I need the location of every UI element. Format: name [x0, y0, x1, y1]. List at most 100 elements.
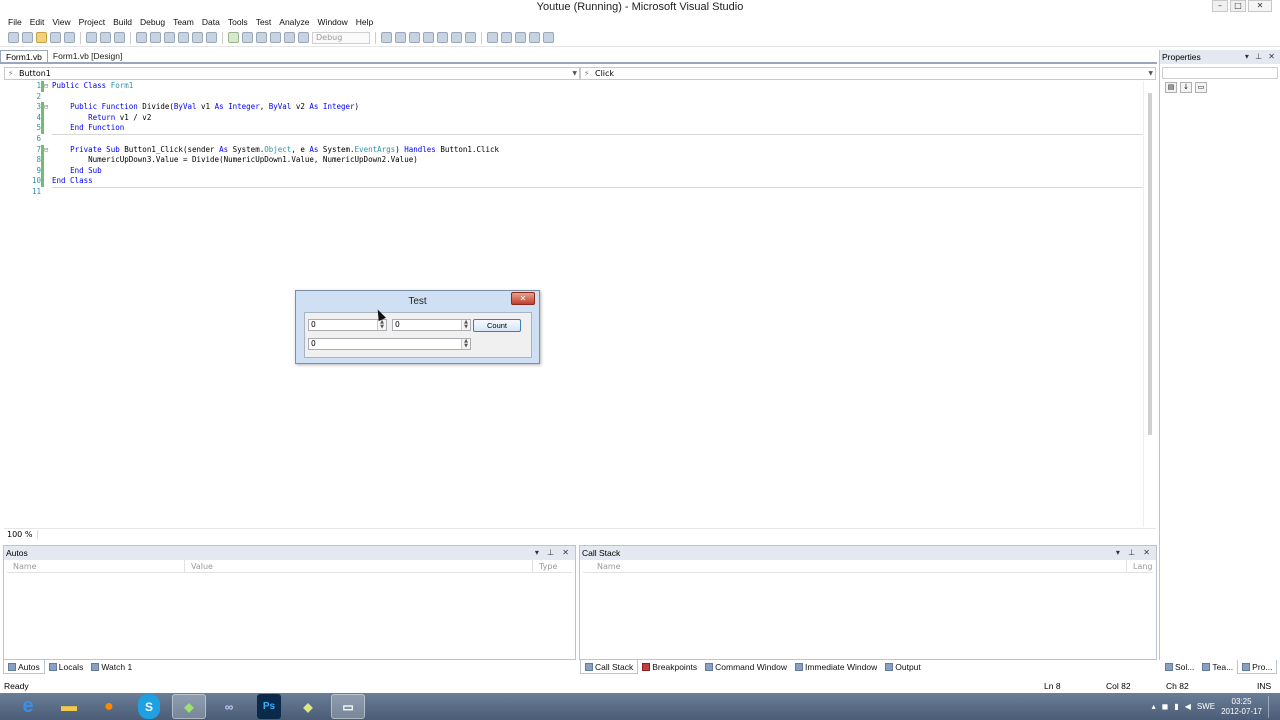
tab-command-window[interactable]: Command Window — [701, 662, 791, 672]
tab-output[interactable]: Output — [881, 662, 925, 672]
tray-arrow-icon[interactable]: ▴ — [1152, 702, 1156, 711]
column-header-value[interactable]: Value — [185, 560, 533, 572]
menu-build[interactable]: Build — [109, 17, 136, 27]
panel-controls[interactable]: ▾ ⊥ ✕ — [1245, 50, 1277, 64]
file-explorer-icon[interactable]: ▬ — [52, 694, 86, 719]
comment-icon[interactable] — [136, 32, 147, 43]
navigate-back-icon[interactable] — [192, 32, 203, 43]
break-all-icon[interactable] — [242, 32, 253, 43]
form-close-icon[interactable]: ✕ — [511, 292, 535, 305]
tab-locals[interactable]: Locals — [45, 662, 88, 672]
tab-team-explorer[interactable]: Tea... — [1198, 662, 1237, 672]
spin-arrows-icon[interactable]: ▲ ▼ — [377, 320, 386, 330]
open-file-icon[interactable] — [36, 32, 47, 43]
code-editor[interactable]: 1 2 3 4 5 6 7 8 9 10 11 ⊟ ⊟ ⊟ Public Cla… — [4, 81, 1157, 527]
menu-test[interactable]: Test — [252, 17, 276, 27]
menu-team[interactable]: Team — [169, 17, 198, 27]
find-in-files-icon[interactable] — [381, 32, 392, 43]
tray-app-icon[interactable]: ◼ — [1162, 702, 1169, 711]
numeric-up-down-3[interactable]: 0 ▲ ▼ — [308, 338, 471, 350]
panel-controls[interactable]: ▾ ⊥ ✕ — [535, 546, 572, 560]
event-dropdown[interactable]: ⚡ Click ▼ — [580, 67, 1156, 80]
maximize-icon[interactable]: □ — [1230, 0, 1246, 12]
property-pages-icon[interactable]: ▭ — [1195, 82, 1207, 93]
object-browser-icon[interactable] — [423, 32, 434, 43]
tab-autos[interactable]: Autos — [3, 660, 45, 674]
stop-debugging-icon[interactable] — [256, 32, 267, 43]
show-desktop-button[interactable] — [1268, 695, 1276, 718]
properties-window-icon[interactable] — [409, 32, 420, 43]
navigate-forward-icon[interactable] — [206, 32, 217, 43]
properties-object-dropdown[interactable] — [1162, 67, 1278, 79]
tab-breakpoints[interactable]: Breakpoints — [638, 662, 701, 672]
collapse-icon[interactable]: ⊟ — [44, 103, 48, 111]
visual-studio-icon[interactable]: ∞ — [212, 694, 246, 719]
collapse-icon[interactable]: ⊟ — [44, 82, 48, 90]
tray-volume-icon[interactable]: ◀ — [1185, 702, 1191, 711]
close-icon[interactable]: ✕ — [1248, 0, 1272, 12]
count-button[interactable]: Count — [473, 319, 521, 332]
step-into-icon[interactable] — [284, 32, 295, 43]
copy-icon[interactable] — [100, 32, 111, 43]
tab-order-icon[interactable] — [529, 32, 540, 43]
input-language[interactable]: SWE — [1197, 702, 1215, 711]
editor-vertical-scrollbar[interactable] — [1143, 81, 1156, 527]
menu-tools[interactable]: Tools — [224, 17, 252, 27]
column-header-type[interactable]: Type — [533, 560, 571, 572]
internet-explorer-icon[interactable]: e — [14, 694, 42, 719]
minimize-icon[interactable]: – — [1212, 0, 1228, 12]
column-header-name[interactable]: Name — [7, 560, 185, 572]
tab-form1-design[interactable]: Form1.vb [Design] — [48, 50, 127, 62]
tab-solution-explorer[interactable]: Sol... — [1161, 662, 1198, 672]
menu-view[interactable]: View — [48, 17, 74, 27]
new-project-icon[interactable] — [8, 32, 19, 43]
start-debugging-icon[interactable] — [228, 32, 239, 43]
photoshop-icon[interactable]: Ps — [257, 694, 281, 719]
tab-watch-1[interactable]: Watch 1 — [87, 662, 136, 672]
toolbar-options-icon[interactable] — [543, 32, 554, 43]
alphabetical-icon[interactable]: ↓ — [1180, 82, 1192, 93]
save-icon[interactable] — [50, 32, 61, 43]
numeric-up-down-1[interactable]: 0 ▲ ▼ — [308, 319, 387, 331]
collapse-icon[interactable]: ⊟ — [44, 146, 48, 154]
tab-call-stack[interactable]: Call Stack — [580, 660, 639, 674]
object-dropdown[interactable]: ⚡ Button1 ▼ — [4, 67, 580, 80]
cut-icon[interactable] — [86, 32, 97, 43]
categorized-icon[interactable]: ▤ — [1165, 82, 1177, 93]
menu-project[interactable]: Project — [75, 17, 109, 27]
tab-immediate-window[interactable]: Immediate Window — [791, 662, 881, 672]
menu-analyze[interactable]: Analyze — [275, 17, 313, 27]
start-page-icon[interactable] — [451, 32, 462, 43]
vs-debug-app-icon[interactable]: ◆ — [172, 694, 206, 719]
spin-arrows-icon[interactable]: ▲ ▼ — [461, 339, 470, 349]
undo-icon[interactable] — [164, 32, 175, 43]
step-over-icon[interactable] — [298, 32, 309, 43]
toolbox-icon[interactable] — [437, 32, 448, 43]
menu-window[interactable]: Window — [314, 17, 352, 27]
spin-arrows-icon[interactable]: ▲ ▼ — [461, 320, 470, 330]
column-header-lang[interactable]: Lang — [1127, 560, 1153, 572]
restart-icon[interactable] — [270, 32, 281, 43]
menu-data[interactable]: Data — [198, 17, 224, 27]
column-header-name[interactable]: Name — [583, 560, 1127, 572]
menu-debug[interactable]: Debug — [136, 17, 169, 27]
test-form-icon[interactable]: ▭ — [331, 694, 365, 719]
zoom-level[interactable]: 100 % — [4, 530, 38, 539]
firefox-icon[interactable]: ● — [92, 694, 126, 719]
skype-icon[interactable]: S — [138, 694, 160, 719]
add-item-icon[interactable] — [22, 32, 33, 43]
clock[interactable]: 03:25 2012-07-17 — [1221, 697, 1262, 717]
numeric-up-down-2[interactable]: 0 ▲ ▼ — [392, 319, 471, 331]
align-icon[interactable] — [501, 32, 512, 43]
menu-edit[interactable]: Edit — [26, 17, 49, 27]
paste-icon[interactable] — [114, 32, 125, 43]
save-all-icon[interactable] — [64, 32, 75, 43]
code-text[interactable]: Public Class Form1 Public Function Divid… — [52, 81, 499, 198]
solution-explorer-icon[interactable] — [395, 32, 406, 43]
uncomment-icon[interactable] — [150, 32, 161, 43]
menu-help[interactable]: Help — [352, 17, 377, 27]
solution-configuration-dropdown[interactable]: Debug — [312, 31, 370, 44]
format-icon[interactable] — [515, 32, 526, 43]
tab-properties[interactable]: Pro... — [1237, 660, 1278, 674]
scrollbar-thumb[interactable] — [1148, 93, 1152, 435]
